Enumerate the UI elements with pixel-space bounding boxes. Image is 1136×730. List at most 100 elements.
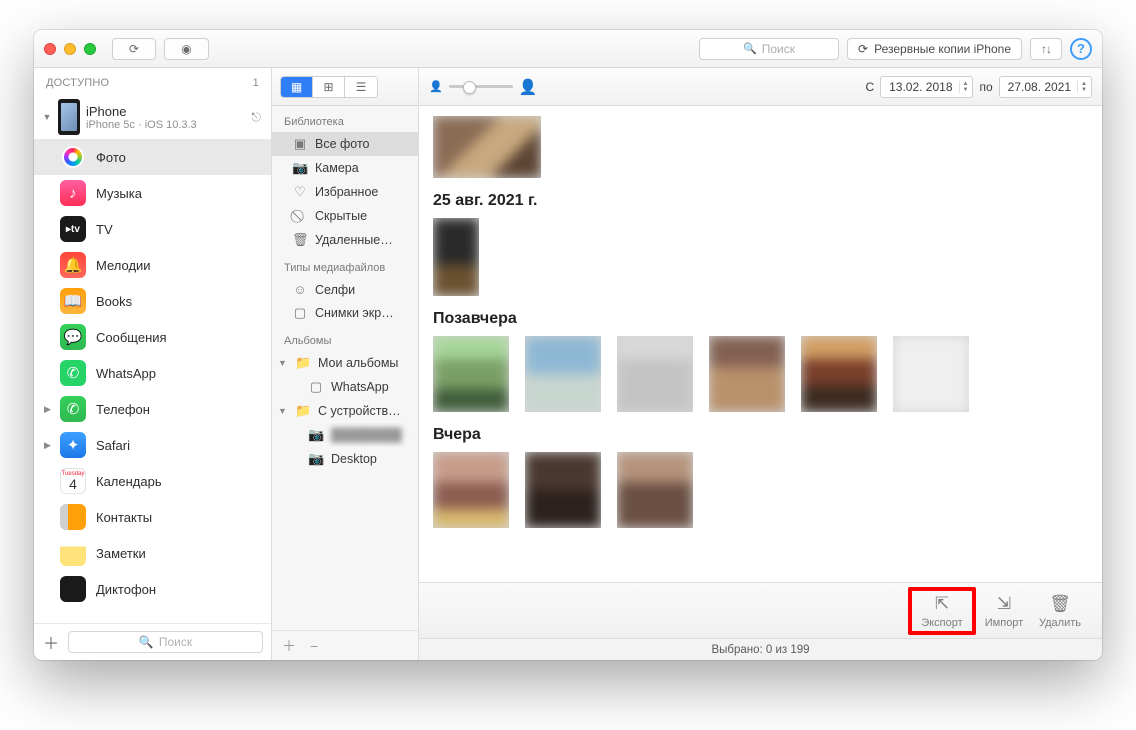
photo-thumb[interactable] <box>801 336 877 412</box>
photo-icon: ▣ <box>292 136 308 152</box>
stepper-icon[interactable]: ▲▼ <box>1077 81 1087 93</box>
transfer-button[interactable]: ↑↓ <box>1030 38 1062 60</box>
lib-hidden[interactable]: ⃠Скрытые <box>272 204 418 228</box>
add-album-button[interactable]: ＋ <box>282 636 296 656</box>
date-section-title: 25 авг. 2021 г. <box>433 192 1092 210</box>
nav-item-phone[interactable]: ▶ ✆ Телефон <box>34 391 271 427</box>
device-icon <box>58 99 80 135</box>
photo-thumb[interactable] <box>433 336 509 412</box>
nav-item-tv[interactable]: ▸tv TV <box>34 211 271 247</box>
view-grid-button[interactable]: ▦ <box>281 77 313 97</box>
nav-label: Диктофон <box>96 582 156 597</box>
nav-item-voice[interactable]: Диктофон <box>34 571 271 607</box>
bell-icon: 🔔 <box>60 252 86 278</box>
sidebar-section-header: ДОСТУПНО 1 <box>34 68 271 95</box>
nav-item-ringtones[interactable]: 🔔 Мелодии <box>34 247 271 283</box>
help-button[interactable]: ? <box>1070 38 1092 60</box>
nav-label: Books <box>96 294 132 309</box>
lib-deleted[interactable]: 🗑Удаленные… <box>272 228 418 252</box>
transfer-icon: ↑↓ <box>1041 42 1051 56</box>
photo-thumb[interactable] <box>525 336 601 412</box>
search-input-top[interactable]: 🔍 Поиск <box>699 38 839 60</box>
nav-item-notes[interactable]: Заметки <box>34 535 271 571</box>
chevron-down-icon[interactable]: ▼ <box>42 112 52 122</box>
lib-my-albums[interactable]: ▼📁Мои альбомы <box>272 351 418 375</box>
device-name: iPhone <box>86 104 197 119</box>
folder-icon: 📁 <box>295 355 311 371</box>
view-collection-button[interactable]: ⊞ <box>313 77 345 97</box>
date-section-title: Вчера <box>433 426 1092 444</box>
nav-item-music[interactable]: ♪ Музыка <box>34 175 271 211</box>
date-from-value: 13.02. 2018 <box>889 80 952 94</box>
photo-grid: 25 авг. 2021 г. Позавчера Вчера <box>419 106 1102 582</box>
close-icon[interactable] <box>44 43 56 55</box>
person-small-icon: 👤 <box>429 80 443 93</box>
nav-item-messages[interactable]: 💬 Сообщения <box>34 319 271 355</box>
person-large-icon: 👤 <box>519 78 538 96</box>
refresh-button[interactable]: ⟳ <box>112 38 156 60</box>
add-button[interactable]: ＋ <box>42 630 60 654</box>
nav-item-contacts[interactable]: Контакты <box>34 499 271 535</box>
photo-thumb[interactable] <box>893 336 969 412</box>
nav-item-whatsapp[interactable]: ✆ WhatsApp <box>34 355 271 391</box>
nav-item-books[interactable]: 📖 Books <box>34 283 271 319</box>
view-list-button[interactable]: ☰ <box>345 77 377 97</box>
photo-thumb[interactable] <box>433 218 479 296</box>
maximize-icon[interactable] <box>84 43 96 55</box>
device-count: 1 <box>253 77 259 89</box>
lib-from-device[interactable]: ▼📁С устройств… <box>272 399 418 423</box>
backup-label: Резервные копии iPhone <box>874 42 1011 56</box>
voice-memo-icon <box>60 576 86 602</box>
nav-label: Мелодии <box>96 258 151 273</box>
contacts-icon <box>60 504 86 530</box>
remove-album-button[interactable]: − <box>310 638 318 654</box>
lib-camera[interactable]: 📷Камера <box>272 156 418 180</box>
lib-favorites[interactable]: ♡Избранное <box>272 180 418 204</box>
lib-screenshots[interactable]: ▢Снимки экр… <box>272 301 418 325</box>
chevron-right-icon[interactable]: ▶ <box>44 440 54 451</box>
preview-button[interactable]: ◉ <box>164 38 208 60</box>
zoom-slider[interactable] <box>449 85 513 88</box>
nav-item-photos[interactable]: Фото <box>34 139 271 175</box>
lib-label: Скрытые <box>315 209 367 223</box>
nav-item-calendar[interactable]: Tuesday4 Календарь <box>34 463 271 499</box>
export-button[interactable]: ⇱ Экспорт <box>914 593 970 629</box>
album-icon: 📷 <box>308 427 324 443</box>
chevron-down-icon[interactable]: ▼ <box>278 358 288 368</box>
action-label: Удалить <box>1039 617 1081 629</box>
photo-thumb[interactable] <box>617 336 693 412</box>
chevron-right-icon[interactable]: ▶ <box>44 404 54 415</box>
status-text: Выбрано: 0 из 199 <box>711 644 809 656</box>
delete-button[interactable]: 🗑 Удалить <box>1032 593 1088 629</box>
lib-album-desktop[interactable]: 📷Desktop <box>272 447 418 471</box>
stepper-icon[interactable]: ▲▼ <box>959 81 969 93</box>
chevron-down-icon[interactable]: ▼ <box>278 406 288 416</box>
lib-all-photos[interactable]: ▣Все фото <box>272 132 418 156</box>
lib-album-blurred[interactable]: 📷████████ <box>272 423 418 447</box>
library-sidebar: ▦ ⊞ ☰ Библиотека ▣Все фото 📷Камера ♡Избр… <box>272 68 419 660</box>
photo-thumb[interactable] <box>433 452 509 528</box>
nav-item-safari[interactable]: ▶ ✦ Safari <box>34 427 271 463</box>
backup-button[interactable]: ⟳ Резервные копии iPhone <box>847 38 1022 60</box>
messages-icon: 💬 <box>60 324 86 350</box>
photo-thumb[interactable] <box>617 452 693 528</box>
view-segmented: ▦ ⊞ ☰ <box>280 76 378 98</box>
list-icon: ☰ <box>356 80 367 94</box>
date-to-value: 27.08. 2021 <box>1008 80 1071 94</box>
minimize-icon[interactable] <box>64 43 76 55</box>
photo-thumb[interactable] <box>525 452 601 528</box>
search-input-bottom[interactable]: 🔍 Поиск <box>68 631 263 653</box>
photo-thumb[interactable] <box>433 116 541 178</box>
date-to-field[interactable]: 27.08. 2021 ▲▼ <box>999 76 1092 98</box>
photo-thumb[interactable] <box>709 336 785 412</box>
search-placeholder: Поиск <box>762 42 795 56</box>
device-row[interactable]: ▼ iPhone iPhone 5c · iOS 10.3.3 ⎋ <box>34 95 271 139</box>
lib-selfies[interactable]: ☺Селфи <box>272 278 418 301</box>
lib-label: С устройств… <box>318 404 401 418</box>
highlight-annotation: ⇱ Экспорт <box>908 587 976 635</box>
date-from-field[interactable]: 13.02. 2018 ▲▼ <box>880 76 973 98</box>
lib-album-whatsapp[interactable]: ▢WhatsApp <box>272 375 418 399</box>
zoom-control[interactable]: 👤 👤 <box>429 78 537 96</box>
import-button[interactable]: ⇲ Импорт <box>976 593 1032 629</box>
date-section-title: Позавчера <box>433 310 1092 328</box>
